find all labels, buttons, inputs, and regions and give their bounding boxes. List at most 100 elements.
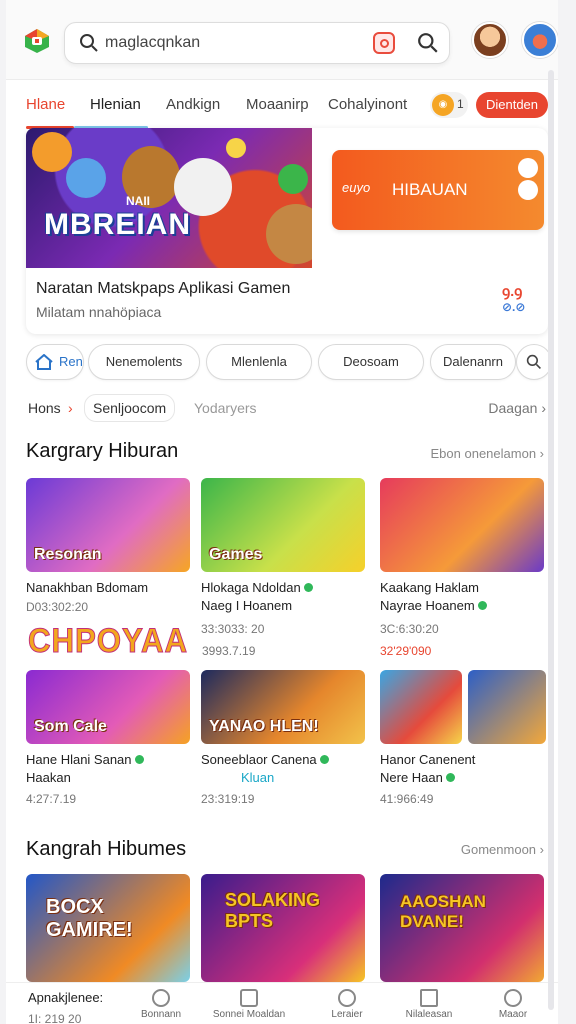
grid-icon <box>240 989 258 1007</box>
scrollbar[interactable] <box>548 70 554 1010</box>
game-meta: 41:966:49 <box>380 792 434 806</box>
download-button[interactable]: Dientden <box>476 92 548 118</box>
game-title: Hanor Canenent <box>380 752 476 767</box>
balloon-shape <box>226 138 246 158</box>
game-subtitle: Naeg I Hoanem <box>201 598 293 613</box>
game-thumbnail[interactable]: Resonan <box>26 478 190 572</box>
game-meta: 3C:6:30:20 <box>380 622 439 636</box>
search-icon <box>80 34 98 52</box>
section-title: Kangrah Hibumes <box>26 838 187 860</box>
coin-icon: ◉ <box>432 94 454 116</box>
balloon-shape <box>32 132 72 172</box>
thumbnail-label: BOCX GAMIRE! <box>46 896 133 941</box>
thumbnail-label: YANAO HLEN! <box>209 718 319 735</box>
bottom-card-meta: 1I: 219 20 <box>28 1012 82 1024</box>
app-logo[interactable] <box>24 28 50 54</box>
chip-category[interactable]: Nenemolents <box>88 344 200 380</box>
tab-mainan[interactable]: Moaanirp <box>246 96 309 113</box>
top-bar <box>6 0 558 80</box>
nav-label: Nilaleasan <box>405 1009 453 1020</box>
thumbnail-label: SOLAKING BPTS <box>225 890 321 931</box>
breadcrumb-more-label: Daagan <box>488 400 538 416</box>
nav-search[interactable]: Bonnann <box>116 985 206 1024</box>
search-submit-icon[interactable] <box>417 32 439 54</box>
nav-label: Sonnei Moaldan <box>212 1009 286 1020</box>
chip-category[interactable]: Dalenanrn <box>430 344 516 380</box>
game-title: Soneeblaor Canena <box>201 752 329 767</box>
chip-category[interactable]: Deosoam <box>318 344 424 380</box>
breadcrumb-more[interactable]: Daagan › <box>488 400 546 416</box>
tab-hiburan[interactable]: Hlenian <box>90 96 141 113</box>
verified-icon <box>303 583 313 592</box>
promo-meta: 3993.7.19 <box>202 644 256 658</box>
home-icon <box>35 354 53 370</box>
see-all-label: Gomenmoon <box>460 842 537 857</box>
balloon-shape <box>66 158 106 198</box>
section-see-all-link[interactable]: Gomenmoon › <box>461 842 544 857</box>
nav-label: Maaor <box>498 1009 528 1020</box>
search-bar[interactable] <box>64 22 450 64</box>
game-title-text: Soneeblaor Canena <box>201 752 317 767</box>
hero-subtitle: Milatam nnahöpiaca <box>36 304 162 320</box>
breadcrumb-current[interactable]: Senljoocom <box>84 394 176 422</box>
breadcrumb-next[interactable]: Yodaryers <box>194 400 257 416</box>
camera-search-icon[interactable] <box>373 32 395 54</box>
nav-profile[interactable]: Maaor <box>468 985 558 1024</box>
tab-android[interactable]: Andkign <box>166 96 220 113</box>
breadcrumb: Hons › Senljoocom Yodaryers Daagan › <box>26 394 550 422</box>
app-page: Hlane Hlenian Andkign Moaanirp Cohalyino… <box>6 0 558 1024</box>
game-meta: 4:27:7.19 <box>26 792 77 806</box>
game-title: Hlokaga Ndoldan <box>201 580 313 595</box>
search-input[interactable] <box>105 31 365 55</box>
search-icon <box>338 989 356 1007</box>
promo-text: HIBAUAN <box>392 180 468 199</box>
game-subtitle-text: Nayrae Hoanem <box>380 598 475 613</box>
game-title: Kaakang Haklam <box>380 580 479 595</box>
home-icon <box>420 989 438 1007</box>
nav-leraier[interactable]: Leraier <box>302 985 392 1024</box>
nav-label: Bonnann <box>140 1009 182 1020</box>
tab-collection[interactable]: Cohalyinont <box>328 96 407 113</box>
verified-icon <box>445 773 455 782</box>
game-title-text: Hlokaga Ndoldan <box>201 580 301 595</box>
search-icon <box>152 989 170 1007</box>
game-thumbnail[interactable] <box>380 478 544 572</box>
chip-home[interactable]: Ren <box>26 344 84 380</box>
hero-banner-image[interactable]: NAII MBREIAN <box>26 128 312 268</box>
promo-logo[interactable]: CHPOYAA <box>28 622 188 661</box>
promo-banner[interactable]: euyo HIBAUAN <box>332 150 544 230</box>
user-icon <box>504 989 522 1007</box>
game-thumbnail[interactable]: Games <box>201 478 365 572</box>
game-thumbnail[interactable]: Som Cale <box>26 670 190 744</box>
game-thumbnail[interactable]: YANAO HLEN! <box>201 670 365 744</box>
nav-home[interactable]: Nilaleasan <box>384 985 474 1024</box>
featured-hero-card[interactable]: NAII MBREIAN euyo HIBAUAN Naratan Matskp… <box>26 128 548 334</box>
chip-search[interactable] <box>516 344 552 380</box>
chip-label: Ren <box>59 354 83 369</box>
game-title: Nanakhban Bdomam <box>26 580 149 595</box>
category-chips: Ren Nenemolents Mlenlenla Deosoam Dalena… <box>26 344 552 384</box>
game-thumbnail[interactable] <box>380 670 462 744</box>
game-meta: 33:3033: 20 <box>201 622 265 636</box>
game-thumbnail[interactable] <box>468 670 546 744</box>
share-icon[interactable] <box>518 158 538 178</box>
info-icon[interactable] <box>518 180 538 200</box>
search-icon <box>526 354 541 369</box>
breadcrumb-home[interactable]: Hons <box>28 400 61 416</box>
nav-moaldan[interactable]: Sonnei Moaldan <box>204 985 294 1024</box>
game-thumbnail[interactable]: AAOSHAN DVANE! <box>380 874 544 982</box>
profile-avatar[interactable] <box>522 22 558 58</box>
tab-home[interactable]: Hlane <box>26 96 65 113</box>
verified-icon <box>477 601 487 610</box>
section-see-all-link[interactable]: Ebon onenelamon › <box>431 446 544 461</box>
game-thumbnail[interactable]: SOLAKING BPTS <box>201 874 365 982</box>
chip-category[interactable]: Mlenlenla <box>206 344 312 380</box>
game-meta: D03:302:20 <box>26 600 89 614</box>
section-title: Kargrary Hiburan <box>26 440 179 462</box>
user-avatar[interactable] <box>472 22 508 58</box>
game-thumbnail[interactable]: BOCX GAMIRE! <box>26 874 190 982</box>
game-subtitle: Nayrae Hoanem <box>380 598 487 613</box>
nav-label: Leraier <box>331 1009 363 1020</box>
see-all-label: Ebon onenelamon <box>430 446 537 461</box>
coin-balance[interactable]: ◉ 1 <box>430 92 468 118</box>
